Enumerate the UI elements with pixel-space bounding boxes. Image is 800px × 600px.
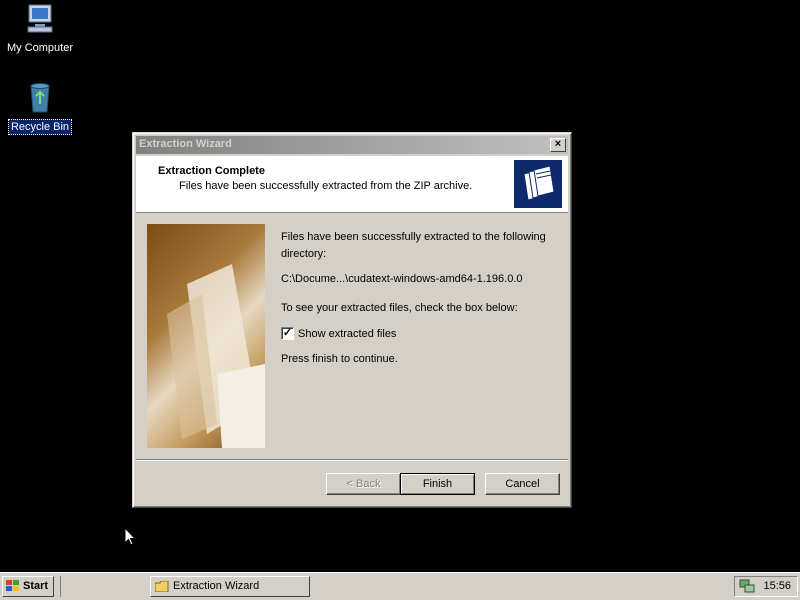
taskbar: Start Extraction Wizard 15:56 xyxy=(0,572,800,600)
my-computer-icon[interactable]: My Computer xyxy=(2,2,78,55)
continue-text: Press finish to continue. xyxy=(281,353,398,365)
system-tray: 15:56 xyxy=(734,576,798,597)
header-title: Extraction Complete xyxy=(158,165,265,177)
show-files-checkbox[interactable]: ✓ xyxy=(281,327,294,340)
recycle-bin-label: Recycle Bin xyxy=(7,119,73,135)
finish-button[interactable]: Finish xyxy=(400,473,475,495)
start-label: Start xyxy=(23,580,49,592)
recycle-bin-graphic xyxy=(30,83,50,113)
my-computer-label: My Computer xyxy=(6,42,74,54)
dialog-title: Extraction Wizard xyxy=(139,138,232,150)
body-text-line2: directory: xyxy=(281,248,327,260)
close-button[interactable]: × xyxy=(550,138,566,152)
checkbox-label[interactable]: Show extracted files xyxy=(298,328,396,340)
network-icon[interactable] xyxy=(739,579,755,594)
folders-icon xyxy=(514,160,562,208)
back-button[interactable]: < Back xyxy=(326,473,401,495)
clock[interactable]: 15:56 xyxy=(763,577,791,596)
cancel-button[interactable]: Cancel xyxy=(485,473,560,495)
taskbar-button-extraction-wizard[interactable]: Extraction Wizard xyxy=(150,576,310,597)
folder-icon xyxy=(155,581,169,592)
check-prompt: To see your extracted files, check the b… xyxy=(281,302,518,314)
mouse-cursor-icon xyxy=(124,527,136,546)
dialog-titlebar[interactable]: Extraction Wizard × xyxy=(136,136,568,154)
recycle-bin-icon[interactable]: Recycle Bin xyxy=(2,82,78,135)
header-subtitle: Files have been successfully extracted f… xyxy=(179,180,473,192)
quick-launch-area xyxy=(60,576,141,597)
taskbar-button-label: Extraction Wizard xyxy=(173,580,260,592)
wizard-header: Extraction Complete Files have been succ… xyxy=(136,156,568,213)
wizard-side-image xyxy=(147,224,265,448)
windows-logo-icon xyxy=(6,580,19,591)
extraction-wizard-dialog: Extraction Wizard × Extraction Complete … xyxy=(132,132,572,508)
show-files-checkbox-row[interactable]: ✓ Show extracted files xyxy=(281,327,396,340)
computer-icon xyxy=(27,4,53,33)
extract-path: C:\Docume...\cudatext-windows-amd64-1.19… xyxy=(281,273,523,285)
body-text-line1: Files have been successfully extracted t… xyxy=(281,231,546,243)
start-button[interactable]: Start xyxy=(2,576,54,597)
button-separator xyxy=(136,459,568,461)
